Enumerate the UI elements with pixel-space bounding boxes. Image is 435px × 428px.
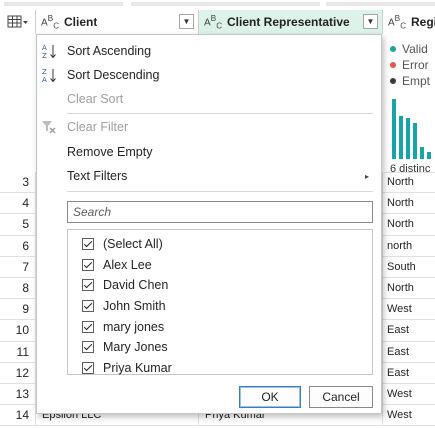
filter-value-item[interactable]: John Smith <box>68 296 372 317</box>
quality-empty: Empt <box>384 73 435 89</box>
distribution-chart <box>392 97 435 159</box>
text-filters-item[interactable]: Text Filters ▸ <box>37 164 381 188</box>
row-number[interactable]: 13 <box>0 384 36 405</box>
submenu-arrow-icon: ▸ <box>364 171 369 181</box>
column-header-region[interactable]: ABC Regi <box>383 10 435 34</box>
checkbox-checked-icon[interactable] <box>82 238 94 251</box>
menu-divider <box>67 113 373 114</box>
sort-ascending-item[interactable]: A Z Sort Ascending <box>37 39 381 63</box>
filter-value-label: David Chen <box>103 278 169 293</box>
column-header-row: ABC Client ▼ ABC Client Representative ▼… <box>0 10 435 34</box>
column-profile: Valid Error Empt 6 distinc <box>384 35 435 173</box>
column-title: Client Representative <box>227 15 350 29</box>
checkbox-checked-icon[interactable] <box>82 341 94 354</box>
quality-error: Error <box>384 57 435 73</box>
checkbox-checked-icon[interactable] <box>82 300 94 313</box>
valid-dot-icon <box>390 46 396 52</box>
filter-value-item[interactable]: Mary Jones <box>68 337 372 358</box>
region-cell[interactable]: north <box>383 236 435 256</box>
sort-descending-item[interactable]: Z A Sort Descending <box>37 63 381 87</box>
row-number[interactable]: 12 <box>0 362 36 383</box>
filter-value-list: (Select All) Alex Lee David Chen John Smith… <box>67 229 373 375</box>
remove-empty-item[interactable]: Remove Empty <box>37 140 381 164</box>
column-header-client-representative[interactable]: ABC Client Representative ▼ <box>199 10 383 34</box>
checkbox-checked-icon[interactable] <box>82 279 94 292</box>
row-number[interactable]: 14 <box>0 405 36 426</box>
filter-value-label: Priya Kumar <box>103 360 172 375</box>
menu-divider <box>67 191 373 192</box>
region-cell[interactable]: North <box>383 278 435 298</box>
filter-value-label: John Smith <box>103 299 166 314</box>
region-cell[interactable]: East <box>383 320 435 340</box>
error-dot-icon <box>390 62 396 68</box>
clear-filter-icon <box>40 118 58 136</box>
region-cell[interactable]: North <box>383 214 435 234</box>
row-number[interactable]: 6 <box>0 235 36 256</box>
svg-text:Z: Z <box>42 68 47 76</box>
ok-button[interactable]: OK <box>239 386 301 408</box>
text-type-icon[interactable]: ABC <box>204 13 222 30</box>
svg-text:A: A <box>42 44 47 52</box>
filter-value-item[interactable]: (Select All) <box>68 234 372 255</box>
distribution-bar <box>399 115 403 159</box>
filter-dropdown-button[interactable]: ▼ <box>179 14 194 29</box>
filter-dropdown-button[interactable]: ▼ <box>363 14 378 29</box>
empty-dot-icon <box>390 78 396 84</box>
filter-value-label: Mary Jones <box>103 340 168 355</box>
distribution-bar <box>392 99 396 159</box>
cancel-button[interactable]: Cancel <box>309 386 373 408</box>
region-cell[interactable]: East <box>383 363 435 383</box>
distribution-bar <box>420 147 424 159</box>
row-number[interactable]: 4 <box>0 193 36 214</box>
column-title: Regi <box>411 15 435 29</box>
clear-sort-item[interactable]: Clear Sort <box>37 87 381 111</box>
filter-value-label: Alex Lee <box>103 257 152 272</box>
row-number[interactable]: 10 <box>0 320 36 341</box>
checkbox-checked-icon[interactable] <box>82 361 94 374</box>
filter-menu: A Z Sort Ascending Z A Sort Descending C… <box>36 34 382 414</box>
row-number[interactable]: 7 <box>0 256 36 277</box>
table-icon <box>7 15 28 28</box>
region-cell[interactable]: East <box>383 342 435 362</box>
filter-value-item[interactable]: Alex Lee <box>68 255 372 276</box>
filter-value-label: (Select All) <box>103 237 163 252</box>
checkbox-checked-icon[interactable] <box>82 320 94 333</box>
text-type-icon[interactable]: ABC <box>388 13 406 30</box>
distribution-bar <box>427 151 431 159</box>
region-cell[interactable]: North <box>383 172 435 192</box>
quality-valid: Valid <box>384 41 435 57</box>
row-number[interactable]: 8 <box>0 278 36 299</box>
filter-value-item[interactable]: Priya Kumar <box>68 358 372 379</box>
filter-value-label: mary jones <box>103 319 165 334</box>
sort-ascending-icon: A Z <box>40 42 58 60</box>
sort-descending-icon: Z A <box>40 66 58 84</box>
svg-text:A: A <box>42 76 47 83</box>
region-cell[interactable]: South <box>383 257 435 277</box>
search-input[interactable] <box>67 201 373 223</box>
region-cell[interactable]: West <box>383 299 435 319</box>
text-type-icon[interactable]: ABC <box>41 13 59 30</box>
region-cell[interactable]: West <box>383 405 435 425</box>
top-strip <box>0 0 435 10</box>
region-cell[interactable]: West <box>383 384 435 404</box>
select-table-button[interactable] <box>0 10 36 34</box>
row-number[interactable]: 11 <box>0 341 36 362</box>
checkbox-checked-icon[interactable] <box>82 258 94 271</box>
clear-filter-item[interactable]: Clear Filter <box>37 115 381 139</box>
row-number[interactable]: 3 <box>0 172 36 193</box>
region-cell[interactable]: North <box>383 193 435 213</box>
row-number[interactable]: 5 <box>0 214 36 235</box>
filter-value-item[interactable]: mary jones <box>68 316 372 337</box>
distribution-bar <box>413 123 417 159</box>
column-title: Client <box>64 15 98 29</box>
row-number[interactable]: 9 <box>0 299 36 320</box>
filter-value-item[interactable]: David Chen <box>68 275 372 296</box>
distribution-bar <box>406 118 410 159</box>
column-header-client[interactable]: ABC Client ▼ <box>36 10 199 34</box>
svg-text:Z: Z <box>42 52 47 59</box>
